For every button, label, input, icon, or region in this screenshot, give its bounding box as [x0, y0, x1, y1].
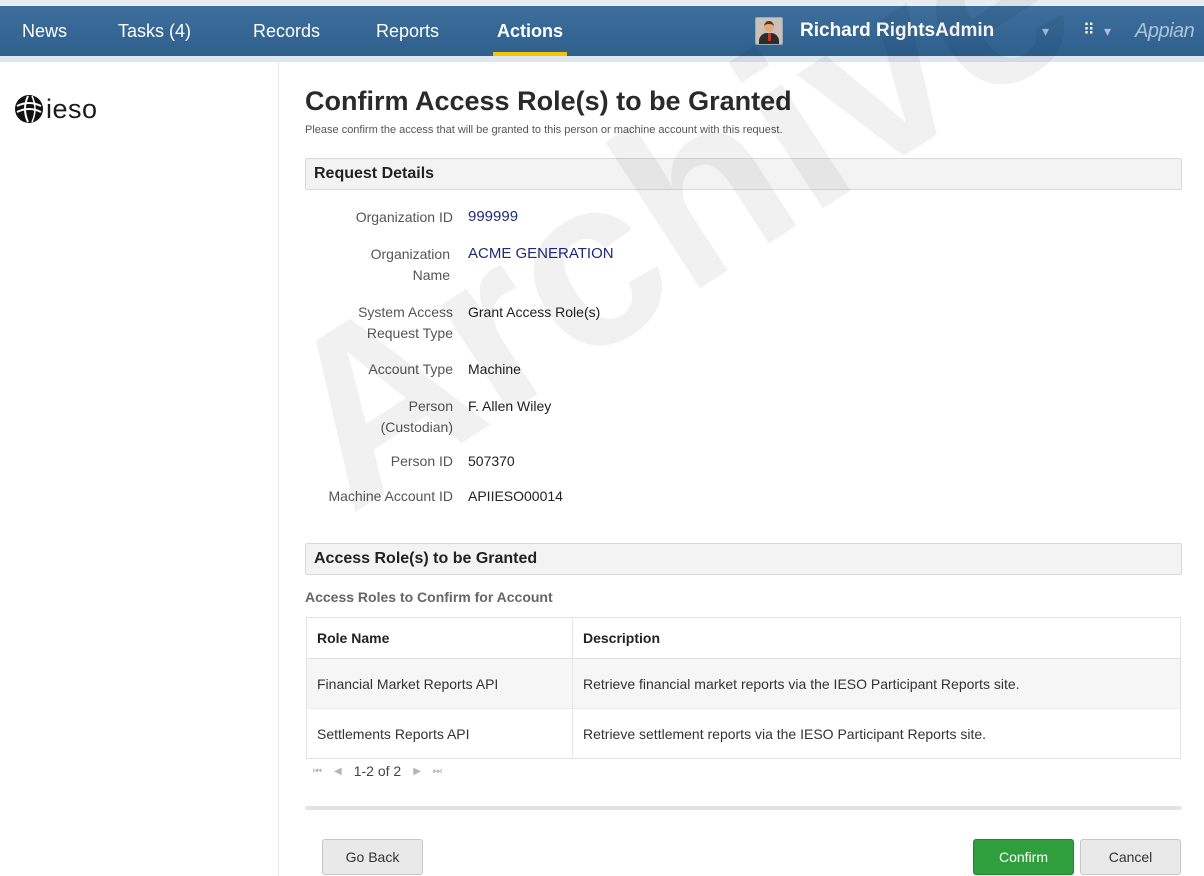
first-page-icon[interactable]: ⏮	[313, 766, 322, 777]
user-menu-name[interactable]: Richard RightsAdmin	[800, 6, 994, 56]
cell-description: Retrieve settlement reports via the IESO…	[572, 708, 1181, 759]
go-back-button[interactable]: Go Back	[322, 839, 423, 875]
user-menu-chevron-down-icon[interactable]: ▾	[1042, 6, 1049, 56]
avatar-head-shape	[764, 21, 774, 32]
grid-header-row: Role Name Description	[306, 617, 1181, 659]
nav-tab-records[interactable]: Records	[253, 6, 320, 56]
field-label-machine-account-id: Machine Account ID	[328, 488, 453, 504]
ieso-globe-icon	[15, 95, 43, 123]
column-header-role-name[interactable]: Role Name	[306, 617, 573, 659]
apps-grid-icon[interactable]: ⠿	[1083, 6, 1095, 56]
field-value-person-custodian: F. Allen Wiley	[468, 398, 552, 414]
table-row: Financial Market Reports API Retrieve fi…	[306, 658, 1181, 709]
field-value-organization-name: ACME GENERATION	[468, 245, 614, 262]
access-roles-header: Access Role(s) to be Granted	[305, 543, 1182, 575]
access-roles-grid: Role Name Description Financial Market R…	[306, 617, 1181, 759]
confirm-button[interactable]: Confirm	[973, 839, 1074, 875]
column-header-description[interactable]: Description	[572, 617, 1181, 659]
cell-description: Retrieve financial market reports via th…	[572, 658, 1181, 709]
cell-role-name: Settlements Reports API	[306, 708, 573, 759]
grid-pager: ⏮ ◀ 1-2 of 2 ▶ ⏭	[313, 763, 442, 779]
nav-tab-tasks[interactable]: Tasks (4)	[118, 6, 191, 56]
sidebar: ieso	[0, 62, 279, 876]
nav-tab-actions[interactable]: Actions	[492, 6, 568, 56]
field-label-organization-name: Organization Name	[370, 246, 450, 283]
last-page-icon[interactable]: ⏭	[433, 766, 442, 777]
field-label-person-custodian: Person (Custodian)	[380, 398, 453, 435]
user-avatar[interactable]	[755, 17, 783, 45]
ieso-logo: ieso	[14, 93, 98, 125]
top-navigation-bar: News Tasks (4) Records Reports Actions R…	[0, 0, 1204, 62]
next-page-icon[interactable]: ▶	[413, 766, 421, 777]
pager-range-text: 1-2 of 2	[353, 763, 402, 779]
field-label-person-id: Person ID	[390, 453, 453, 469]
field-label-account-type: Account Type	[368, 361, 453, 377]
cell-role-name: Financial Market Reports API	[306, 658, 573, 709]
nav-tab-reports[interactable]: Reports	[376, 6, 439, 56]
access-roles-grid-caption: Access Roles to Confirm for Account	[305, 589, 553, 605]
page-title: Confirm Access Role(s) to be Granted	[305, 86, 792, 116]
form-divider	[305, 806, 1182, 810]
table-row: Settlements Reports API Retrieve settlem…	[306, 708, 1181, 759]
apps-menu-chevron-down-icon[interactable]: ▾	[1104, 6, 1111, 56]
field-value-account-type: Machine	[468, 361, 521, 377]
page-subtitle: Please confirm the access that will be g…	[305, 124, 783, 136]
appian-brand-logo: Appian	[1135, 20, 1195, 42]
field-value-system-access-request-type: Grant Access Role(s)	[468, 304, 601, 320]
previous-page-icon[interactable]: ◀	[334, 766, 342, 777]
field-label-system-access-request-type: System Access Request Type	[358, 304, 453, 341]
request-details-header: Request Details	[305, 158, 1182, 190]
field-value-machine-account-id: APIIESO00014	[468, 488, 563, 504]
field-label-organization-id: Organization ID	[355, 209, 453, 225]
field-value-organization-id: 999999	[468, 208, 519, 225]
avatar-tie-shape	[768, 33, 771, 41]
nav-tab-news[interactable]: News	[22, 6, 67, 56]
cancel-button[interactable]: Cancel	[1080, 839, 1181, 875]
ieso-logo-text: ieso	[46, 93, 98, 124]
field-value-person-id: 507370	[468, 453, 515, 469]
